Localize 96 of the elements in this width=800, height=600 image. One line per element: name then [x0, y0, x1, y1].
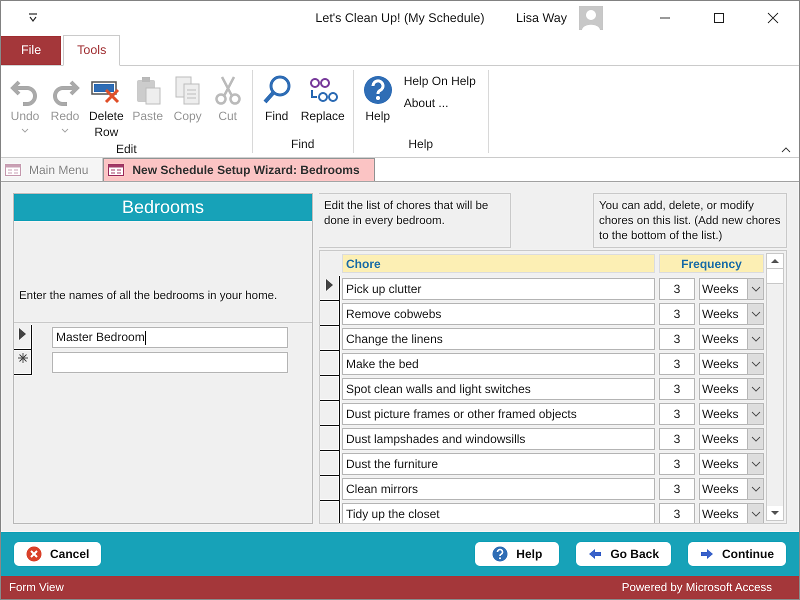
current-record-icon [326, 279, 333, 291]
chevron-down-icon[interactable] [750, 286, 760, 292]
unit-dropdown[interactable]: Weeks [699, 452, 764, 474]
search-icon [260, 74, 293, 106]
ribbon-button[interactable]: Replace [296, 70, 349, 137]
count-field[interactable]: 3 [659, 402, 695, 424]
count-field[interactable]: 3 [659, 328, 695, 350]
chevron-down-icon[interactable] [750, 360, 760, 366]
chevron-down-icon[interactable] [750, 460, 760, 466]
status-text: Powered by Microsoft Access [622, 582, 772, 594]
ribbon-button[interactable]: Help On Help [404, 72, 476, 90]
count-field[interactable]: 3 [659, 352, 695, 374]
help-icon [492, 546, 508, 562]
column-header: Frequency [659, 254, 764, 273]
status-text: Form View [9, 582, 64, 594]
record-selector[interactable] [320, 351, 340, 376]
instruction-text: Edit the list of chores that will be done in every bedroom. [319, 193, 511, 248]
footer-button[interactable]: Go Back [576, 542, 671, 566]
chevron-down-icon[interactable] [750, 336, 760, 342]
ribbon-tab[interactable]: File [1, 36, 62, 65]
chore-field[interactable]: Spot clean walls and light switches [342, 378, 655, 400]
chore-field[interactable]: Remove cobwebs [342, 302, 655, 324]
help-icon [362, 74, 394, 106]
input-field[interactable] [52, 352, 288, 373]
chevron-down-icon[interactable] [750, 310, 760, 316]
scrollbar[interactable] [766, 253, 784, 521]
column-header: Chore [342, 254, 655, 273]
count-field[interactable]: 3 [659, 478, 695, 500]
unit-dropdown[interactable]: Weeks [699, 402, 764, 424]
group-label: Find [290, 137, 316, 153]
record-selector[interactable] [320, 426, 340, 451]
arrow-right-icon [700, 548, 714, 560]
ribbon-button[interactable]: About ... [404, 94, 476, 112]
panel-title: Bedrooms [14, 194, 312, 221]
cancel-icon [26, 546, 42, 562]
form-icon [108, 164, 124, 176]
document-tab[interactable]: New Schedule Setup Wizard: Bedrooms [103, 158, 375, 181]
chevron-down-icon[interactable] [750, 510, 760, 516]
quick-access-icon[interactable] [27, 13, 39, 23]
count-field[interactable]: 3 [659, 502, 695, 523]
chore-field[interactable]: Clean mirrors [342, 478, 655, 500]
count-field[interactable]: 3 [659, 452, 695, 474]
group-label: Help [407, 137, 434, 153]
ribbon-button[interactable]: Find [256, 70, 297, 137]
unit-dropdown[interactable]: Weeks [699, 278, 764, 300]
maximize-icon[interactable] [713, 12, 725, 24]
input-field[interactable]: Master Bedroom [52, 327, 288, 348]
unit-dropdown[interactable]: Weeks [699, 478, 764, 500]
record-selector[interactable] [320, 401, 340, 426]
count-field[interactable]: 3 [659, 378, 695, 400]
record-selector[interactable] [14, 350, 32, 375]
record-selector[interactable] [320, 476, 340, 501]
chore-field[interactable]: Pick up clutter [342, 278, 655, 300]
chore-field[interactable]: Tidy up the closet [342, 502, 655, 523]
record-selector[interactable] [320, 276, 340, 301]
form-icon [5, 164, 21, 176]
footer-button[interactable]: Help [475, 542, 560, 566]
record-selector[interactable] [320, 301, 340, 326]
ribbon-button[interactable]: Help [358, 70, 398, 137]
count-field[interactable]: 3 [659, 302, 695, 324]
hint-text: You can add, delete, or modify chores on this list. (Add new chores to the bottom of the list.) [593, 193, 787, 248]
chore-field[interactable]: Dust picture frames or other framed objects [342, 402, 655, 424]
chore-field[interactable]: Change the linens [342, 328, 655, 350]
record-selector[interactable] [320, 376, 340, 401]
window-title: Let's Clean Up! (My Schedule) [315, 11, 485, 25]
unit-dropdown[interactable]: Weeks [699, 428, 764, 450]
chore-field[interactable]: Dust lampshades and windowsills [342, 428, 655, 450]
scroll-thumb[interactable] [766, 268, 784, 284]
footer-button[interactable]: Cancel [14, 542, 102, 566]
footer-button[interactable]: Continue [688, 542, 786, 566]
chevron-down-icon[interactable] [750, 410, 760, 416]
instruction-text: Enter the names of all the bedrooms in your home. [19, 290, 278, 302]
unit-dropdown[interactable]: Weeks [699, 352, 764, 374]
record-selector[interactable] [320, 326, 340, 351]
group-label: Edit [115, 142, 138, 158]
chevron-down-icon[interactable] [750, 386, 760, 392]
count-field[interactable]: 3 [659, 428, 695, 450]
current-record-icon [19, 328, 26, 340]
user-name: Lisa Way [516, 11, 567, 25]
chore-field[interactable]: Make the bed [342, 352, 655, 374]
new-record-icon [18, 353, 28, 363]
ribbon-button[interactable]: Delete Row [85, 70, 128, 142]
unit-dropdown[interactable]: Weeks [699, 328, 764, 350]
ribbon-tab[interactable]: Tools [63, 35, 120, 66]
unit-dropdown[interactable]: Weeks [699, 502, 764, 523]
chevron-down-icon[interactable] [750, 486, 760, 492]
arrow-left-icon [588, 548, 602, 560]
unit-dropdown[interactable]: Weeks [699, 378, 764, 400]
unit-dropdown[interactable]: Weeks [699, 302, 764, 324]
chevron-down-icon[interactable] [750, 436, 760, 442]
record-selector[interactable] [14, 325, 32, 350]
record-selector[interactable] [320, 451, 340, 476]
count-field[interactable]: 3 [659, 278, 695, 300]
collapse-icon[interactable] [781, 147, 791, 153]
chore-field[interactable]: Dust the furniture [342, 452, 655, 474]
close-icon[interactable] [767, 12, 779, 24]
